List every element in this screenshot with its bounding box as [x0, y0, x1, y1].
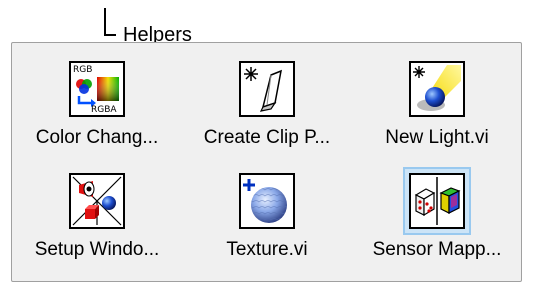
new-light-icon: [409, 61, 465, 117]
texture-icon: [239, 173, 295, 229]
create-clip-plane-icon: [239, 61, 295, 117]
tree-connector-line: [104, 8, 116, 36]
palette-item-label: New Light.vi: [385, 127, 489, 148]
palette-item-new-light[interactable]: New Light.vi: [352, 43, 522, 153]
color-change-rgb-rgba-icon: RGB RGBA: [69, 61, 125, 117]
setup-window-icon: [69, 173, 125, 229]
icon-frame: [63, 167, 131, 235]
icon-frame-selected: [403, 167, 471, 235]
palette-item-label: Color Chang...: [35, 127, 159, 148]
palette-item-label: Texture.vi: [226, 239, 308, 260]
icon-frame: [403, 55, 471, 123]
sensor-mapping-icon: [409, 173, 465, 229]
palette-item-label: Setup Windo...: [34, 239, 160, 260]
helpers-palette: RGB RGBA Color Chang... Create Clip P...…: [11, 42, 522, 282]
palette-item-label: Create Clip P...: [203, 127, 331, 148]
icon-frame: [233, 55, 301, 123]
svg-text:RGB: RGB: [73, 65, 92, 75]
icon-frame: [233, 167, 301, 235]
icon-frame: RGB RGBA: [63, 55, 131, 123]
palette-item-label: Sensor Mapp...: [372, 239, 502, 260]
palette-item-color-change[interactable]: RGB RGBA Color Chang...: [12, 43, 182, 153]
palette-item-setup-window[interactable]: Setup Windo...: [12, 155, 182, 265]
palette-item-create-clip-plane[interactable]: Create Clip P...: [182, 43, 352, 153]
palette-item-sensor-mapping[interactable]: Sensor Mapp...: [352, 155, 522, 265]
svg-text:RGBA: RGBA: [91, 105, 117, 115]
palette-item-texture[interactable]: Texture.vi: [182, 155, 352, 265]
